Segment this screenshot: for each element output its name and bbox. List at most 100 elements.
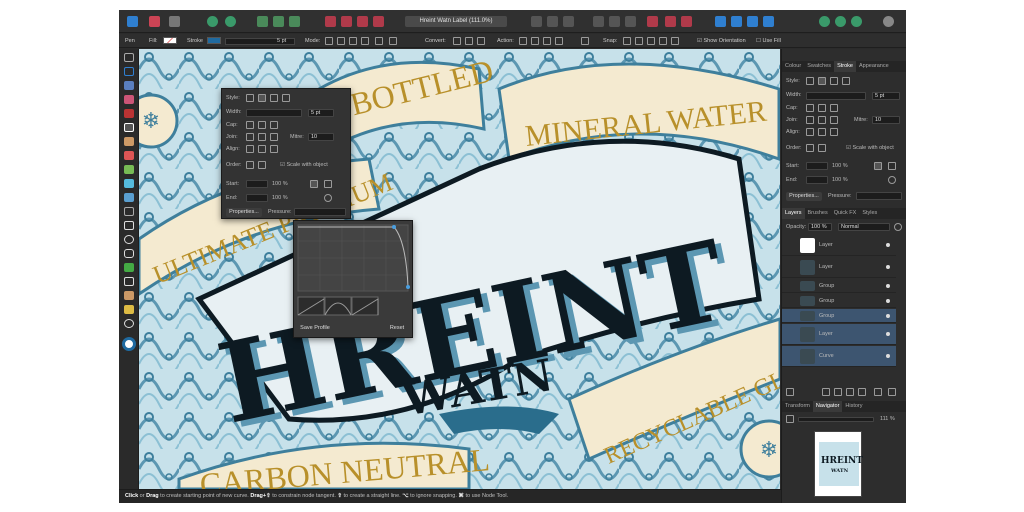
pencil-tool-icon[interactable] — [124, 137, 134, 146]
tab-navigator[interactable]: Navigator — [812, 401, 843, 412]
layer-add-icon[interactable] — [858, 388, 866, 396]
tab-appearance[interactable]: Appearance — [856, 61, 892, 72]
move-tool-icon[interactable] — [124, 53, 134, 62]
pressure-curve-editor[interactable]: Save Profile Reset — [293, 220, 413, 338]
align-right-icon[interactable] — [563, 16, 574, 27]
document-title-tab[interactable]: Hreint Watn Label (111.0%) — [405, 16, 507, 27]
pop-mitre-field[interactable]: 10 — [308, 133, 334, 141]
mode-curve-icon[interactable] — [375, 37, 383, 45]
insert-inside-icon[interactable] — [647, 16, 658, 27]
stroke-swatch[interactable] — [207, 37, 221, 45]
mode-pen-icon[interactable] — [325, 37, 333, 45]
pop-join-mitre-icon[interactable] — [246, 133, 254, 141]
pop-scale-checkbox[interactable]: ☑ Scale with object — [280, 162, 328, 168]
layer-row[interactable]: Group — [782, 294, 896, 308]
mode-polygon-icon[interactable] — [349, 37, 357, 45]
rp-scale-checkbox[interactable]: ☑ Scale with object — [846, 145, 894, 151]
show-orientation-checkbox[interactable]: ☑ Show Orientation — [697, 37, 746, 45]
arrange-icon[interactable] — [257, 16, 268, 27]
pop-start-pct[interactable]: 100 % — [272, 181, 288, 187]
rp-style-none-icon[interactable] — [806, 77, 814, 85]
rp-align-center-icon[interactable] — [806, 128, 814, 136]
rp-start-arrowhead[interactable] — [806, 162, 828, 170]
rp-pressure-preview[interactable] — [856, 192, 902, 200]
layer-delete-icon[interactable] — [888, 388, 896, 396]
arrange-forward-icon[interactable] — [289, 16, 300, 27]
transparency-tool-icon[interactable] — [124, 179, 134, 188]
rp-cap-round-icon[interactable] — [818, 104, 826, 112]
insert-top-icon[interactable] — [681, 16, 692, 27]
pop-style-dash-icon[interactable] — [270, 94, 278, 102]
boolean-add-icon[interactable] — [325, 16, 336, 27]
layer-stack-icon[interactable] — [786, 388, 794, 396]
contour-tool-icon[interactable] — [124, 81, 134, 90]
pop-start-arrowhead[interactable] — [246, 180, 268, 188]
ellipse-tool-icon[interactable] — [124, 235, 134, 244]
layer-visibility-icon[interactable] — [886, 332, 890, 336]
convert-sharp-icon[interactable] — [453, 37, 461, 45]
boolean-divide-icon[interactable] — [373, 16, 384, 27]
shape-tool-icon[interactable] — [124, 263, 134, 272]
layer-fx-icon[interactable] — [846, 388, 854, 396]
rp-properties-button[interactable]: Properties... — [786, 192, 822, 201]
arrange-back-icon[interactable] — [273, 16, 284, 27]
tab-swatches[interactable]: Swatches — [804, 61, 834, 72]
layer-group-icon[interactable] — [874, 388, 882, 396]
layer-mask-icon[interactable] — [822, 388, 830, 396]
rp-order-front-icon[interactable] — [818, 144, 826, 152]
pop-cap-butt-icon[interactable] — [246, 121, 254, 129]
rotate-icon[interactable] — [625, 16, 636, 27]
rp-style-dash-icon[interactable] — [830, 77, 838, 85]
pop-end-arrowhead[interactable] — [246, 194, 268, 202]
fill-swatch[interactable] — [163, 37, 177, 45]
tab-history[interactable]: History — [842, 401, 865, 412]
pop-join-round-icon[interactable] — [258, 133, 266, 141]
zoom-value[interactable]: 111 % — [880, 416, 895, 422]
pop-style-none-icon[interactable] — [246, 94, 254, 102]
layer-adjust-icon[interactable] — [834, 388, 842, 396]
flip-horizontal-icon[interactable] — [593, 16, 604, 27]
snap-icon-1[interactable] — [623, 37, 631, 45]
action-join-icon[interactable] — [555, 37, 563, 45]
document-canvas[interactable]: ❄ ❄ BOTTLED MINERAL WATER ULTIMATE PREMI… — [139, 49, 780, 489]
vector-brush-icon[interactable] — [124, 151, 134, 160]
crop-tool-icon[interactable] — [124, 207, 134, 216]
pen-tool-icon[interactable] — [124, 123, 134, 132]
pop-width-slider[interactable] — [246, 109, 302, 117]
persona-export-icon[interactable] — [169, 16, 180, 27]
rp-join-bevel-icon[interactable] — [830, 116, 838, 124]
align-left-icon[interactable] — [531, 16, 542, 27]
assistant-icon[interactable] — [883, 16, 894, 27]
action-break-icon[interactable] — [519, 37, 527, 45]
pop-properties-button[interactable]: Properties... — [226, 208, 262, 217]
mode-node-icon[interactable] — [389, 37, 397, 45]
zoom-tool-icon[interactable] — [124, 291, 134, 300]
studio-stroke-icon[interactable] — [851, 16, 862, 27]
rp-style-solid-icon[interactable] — [818, 77, 826, 85]
layer-row[interactable]: Group — [782, 279, 896, 293]
layer-visibility-icon[interactable] — [886, 299, 890, 303]
settings-gear-icon[interactable] — [207, 16, 218, 27]
corner-tool-icon[interactable] — [124, 95, 134, 104]
snap-icon-3[interactable] — [647, 37, 655, 45]
pop-align-inside-icon[interactable] — [258, 145, 266, 153]
convert-smooth-icon[interactable] — [465, 37, 473, 45]
align-center-icon[interactable] — [547, 16, 558, 27]
snap-icon-5[interactable] — [671, 37, 679, 45]
layer-visibility-icon[interactable] — [886, 354, 890, 358]
snap-icon-4[interactable] — [659, 37, 667, 45]
rp-cap-butt-icon[interactable] — [806, 104, 814, 112]
action-close-icon[interactable] — [531, 37, 539, 45]
snap-icon-2[interactable] — [635, 37, 643, 45]
persona-pixel-icon[interactable] — [149, 16, 160, 27]
convert-smart-icon[interactable] — [477, 37, 485, 45]
pop-order-front-icon[interactable] — [258, 161, 266, 169]
pop-align-center-icon[interactable] — [246, 145, 254, 153]
pop-width-field[interactable]: 5 pt — [308, 109, 334, 117]
pop-cap-square-icon[interactable] — [270, 121, 278, 129]
stroke-color-swatch[interactable] — [207, 37, 221, 45]
rp-style-brush-icon[interactable] — [842, 77, 850, 85]
pop-refresh-icon[interactable] — [324, 194, 332, 202]
pop-align-outside-icon[interactable] — [270, 145, 278, 153]
layer-options-icon[interactable] — [894, 223, 902, 231]
